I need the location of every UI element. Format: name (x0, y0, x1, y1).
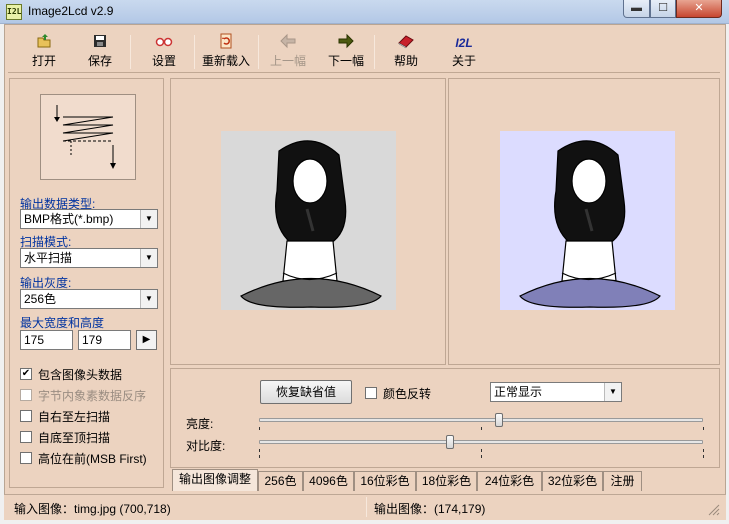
checkbox-box[interactable] (20, 410, 32, 422)
settings-button[interactable]: 设置 (142, 31, 186, 71)
scan-mode-value: 水平扫描 (24, 251, 73, 265)
brightness-label: 亮度: (186, 417, 214, 431)
floppy-icon (78, 33, 122, 53)
max-height-input[interactable]: 179 (78, 330, 131, 350)
reload-button[interactable]: 重新载入 (198, 31, 254, 71)
restore-default-button[interactable]: 恢复缺省值 (260, 380, 352, 404)
checkbox-box[interactable] (20, 452, 32, 464)
next-label: 下一幅 (327, 54, 364, 68)
invert-checkbox-box[interactable] (365, 387, 377, 399)
close-button[interactable]: ✕ (676, 0, 722, 18)
tab-5[interactable]: 24位彩色 (477, 471, 542, 491)
checkbox-label: 高位在前(MSB First) (38, 452, 147, 466)
checkbox-box[interactable] (20, 389, 32, 401)
reload-icon (198, 33, 254, 53)
tab-1[interactable]: 256色 (258, 471, 303, 491)
input-image-drawing (240, 140, 382, 308)
scan-direction-diagram (40, 94, 136, 180)
reload-label: 重新载入 (201, 54, 250, 68)
next-image-button[interactable]: 下一幅 (324, 31, 368, 71)
open-button[interactable]: 打开 (22, 31, 66, 71)
checkbox-label: 自右至左扫描 (38, 410, 111, 424)
contrast-label: 对比度: (186, 439, 226, 453)
open-label: 打开 (31, 54, 56, 68)
resize-grip-icon[interactable] (706, 502, 720, 516)
toolbar-separator (258, 35, 259, 69)
output-image (500, 131, 675, 310)
minimize-button[interactable]: ▬ (623, 0, 650, 18)
output-type-value: BMP格式(*.bmp) (24, 212, 114, 226)
output-image-drawing (519, 140, 661, 308)
arrow-left-icon (266, 33, 310, 53)
status-separator (366, 497, 367, 517)
settings-label: 设置 (151, 54, 176, 68)
tab-4[interactable]: 18位彩色 (416, 471, 477, 491)
tab-0[interactable]: 输出图像调整 (172, 469, 258, 491)
chevron-down-icon[interactable]: ▼ (140, 210, 157, 228)
checkbox-label: 自底至顶扫描 (38, 431, 111, 445)
help-button[interactable]: 帮助 (384, 31, 428, 71)
brightness-slider-track[interactable] (259, 418, 703, 422)
help-book-icon (384, 33, 428, 53)
output-preview-pane (448, 78, 720, 365)
save-label: 保存 (87, 54, 112, 68)
help-label: 帮助 (393, 54, 418, 68)
slider-tick (259, 427, 260, 430)
prev-image-button[interactable]: 上一幅 (266, 31, 310, 71)
slider-tick (703, 455, 704, 458)
slider-tick (703, 449, 704, 452)
slider-tick (259, 449, 260, 452)
scan-mode-select[interactable]: 水平扫描 ▼ (20, 248, 158, 268)
checkbox-label: 字节内象素数据反序 (38, 389, 147, 403)
apply-size-button[interactable]: ▶ (136, 330, 157, 350)
brightness-slider-thumb[interactable] (494, 413, 503, 427)
output-type-select[interactable]: BMP格式(*.bmp) ▼ (20, 209, 158, 229)
checkbox-box[interactable]: ✔ (20, 368, 32, 380)
prev-label: 上一幅 (269, 54, 306, 68)
gray-level-select[interactable]: 256色 ▼ (20, 289, 158, 309)
max-size-label: 最大宽度和高度 (20, 316, 105, 330)
slider-tick (481, 427, 482, 430)
output-image-status: 输出图像：(174,179) (374, 502, 486, 516)
checkbox-box[interactable] (20, 431, 32, 443)
tab-3[interactable]: 16位彩色 (354, 471, 416, 491)
slider-tick (259, 455, 260, 458)
display-mode-value: 正常显示 (494, 385, 543, 399)
contrast-slider-thumb[interactable] (445, 435, 454, 449)
save-button[interactable]: 保存 (78, 31, 122, 71)
tab-6[interactable]: 32位彩色 (542, 471, 603, 491)
toolbar-separator (130, 35, 131, 69)
checkbox-label: 包含图像头数据 (38, 368, 123, 382)
tab-7[interactable]: 注册 (603, 471, 642, 491)
glasses-icon (142, 33, 186, 53)
chevron-down-icon[interactable]: ▼ (604, 383, 621, 401)
input-image (221, 131, 396, 310)
window-title: Image2Lcd v2.9 (28, 4, 114, 18)
slider-tick (703, 427, 704, 430)
display-mode-select[interactable]: 正常显示 ▼ (490, 382, 622, 402)
slider-tick (481, 455, 482, 458)
chevron-down-icon[interactable]: ▼ (140, 249, 157, 267)
max-width-input[interactable]: 175 (20, 330, 73, 350)
toolbar: 打开 保存 设置 重新载入 上一幅 下一幅 帮助 I2L 关于 (8, 31, 720, 73)
tab-2[interactable]: 4096色 (303, 471, 354, 491)
contrast-slider-track[interactable] (259, 440, 703, 444)
chevron-down-icon[interactable]: ▼ (140, 290, 157, 308)
app-icon: I2L (6, 4, 22, 20)
about-logo-icon: I2L (455, 36, 473, 50)
toolbar-separator (194, 35, 195, 69)
open-icon (22, 33, 66, 53)
slider-tick (481, 449, 482, 452)
arrow-right-icon (324, 33, 368, 53)
gray-level-value: 256色 (24, 292, 57, 306)
play-arrow-icon: ▶ (142, 334, 151, 345)
input-image-status: 输入图像：timg.jpg (700,718) (14, 502, 171, 516)
about-button[interactable]: I2L 关于 (442, 31, 486, 71)
about-label: 关于 (451, 54, 476, 68)
input-preview-pane (170, 78, 446, 365)
title-bar: I2L Image2Lcd v2.9 ▬ ☐ ✕ (0, 0, 729, 24)
toolbar-separator (374, 35, 375, 69)
invert-checkbox-label: 颜色反转 (383, 387, 432, 401)
maximize-button[interactable]: ☐ (650, 0, 676, 18)
